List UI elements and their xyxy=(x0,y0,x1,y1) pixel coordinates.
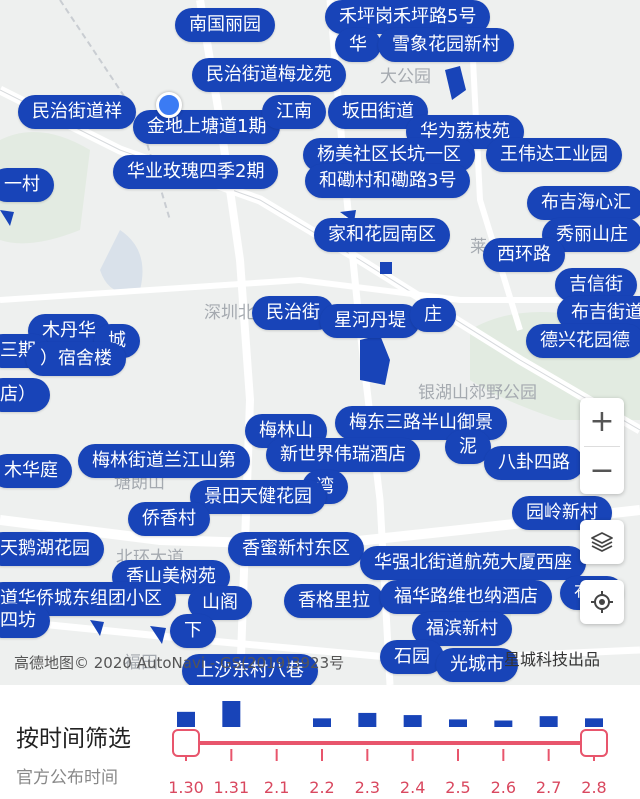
community-tag[interactable]: 华 xyxy=(335,28,381,62)
date-label: 2.2 xyxy=(309,778,335,797)
community-tag[interactable]: 王伟达工业园 xyxy=(486,138,622,172)
date-label: 1.30 xyxy=(168,778,204,797)
current-location-marker xyxy=(156,92,182,118)
community-tag[interactable]: 下 xyxy=(170,614,216,648)
layers-button[interactable] xyxy=(580,520,624,564)
community-tag[interactable]: 雪象花园新村 xyxy=(378,28,514,62)
date-label: 2.8 xyxy=(581,778,607,797)
place-label: 银湖山郊野公园 xyxy=(418,383,537,403)
community-tag[interactable]: 侨香村 xyxy=(128,502,210,536)
community-tag[interactable]: 家和花园南区 xyxy=(314,218,450,252)
histogram-bar xyxy=(177,711,195,727)
zoom-out-button[interactable]: − xyxy=(580,446,624,494)
zoom-in-button[interactable]: + xyxy=(580,398,624,446)
community-tag[interactable]: 华业玫瑰四季2期 xyxy=(113,155,279,189)
date-label: 2.6 xyxy=(490,778,517,797)
community-tag[interactable]: 民治街道祥 xyxy=(18,95,136,129)
histogram-bar xyxy=(585,718,603,727)
community-tag[interactable]: 梅林街道兰江山第 xyxy=(78,444,250,478)
community-tag[interactable]: 德兴花园德 xyxy=(526,324,640,358)
community-tag[interactable]: 新世界伟瑞酒店 xyxy=(266,438,420,472)
locate-icon xyxy=(591,591,613,613)
community-tag[interactable]: 布吉海心汇 xyxy=(527,186,640,220)
histogram-bar xyxy=(494,720,513,727)
community-tag[interactable]: 天鹅湖花园 xyxy=(0,532,104,566)
date-label: 2.7 xyxy=(535,778,562,797)
range-start-handle[interactable] xyxy=(172,729,200,757)
community-tag[interactable]: 八卦四路 xyxy=(484,446,584,480)
histogram-bar xyxy=(539,716,558,727)
histogram-bar xyxy=(449,719,467,727)
place-label: 大公园 xyxy=(380,67,431,87)
community-tag[interactable]: 金地上塘道1期 xyxy=(133,110,281,144)
community-tag[interactable]: 庄 xyxy=(410,298,456,332)
community-tag[interactable]: 华强北街道航苑大厦西座 xyxy=(360,546,586,580)
community-tag[interactable]: 民治街道梅龙苑 xyxy=(192,58,346,92)
community-tag[interactable]: 星河丹堤 xyxy=(320,304,420,338)
community-tag[interactable]: 一村 xyxy=(0,168,54,202)
community-tag[interactable]: 西环路 xyxy=(483,238,565,272)
community-tag[interactable]: 香蜜新村东区 xyxy=(228,532,364,566)
community-tag[interactable]: 江南 xyxy=(262,95,326,129)
histogram-bar xyxy=(313,718,331,727)
date-label: 2.4 xyxy=(399,778,426,797)
date-label: 2.5 xyxy=(445,778,471,797)
community-tag[interactable]: 南国丽园 xyxy=(175,8,275,42)
layers-icon xyxy=(591,532,613,552)
date-label: 1.31 xyxy=(213,778,250,797)
community-tag[interactable]: 石园 xyxy=(380,640,444,674)
date-label: 2.3 xyxy=(354,778,381,797)
map-copyright: 高德地图© 2020 AutoNavi - GS(2019)3923号 xyxy=(14,654,345,672)
zoom-control: + − xyxy=(580,398,624,494)
map-view[interactable]: 大公园 银湖山郊野公园 深圳北 北环大道 塘朗山 福田 莱 南国丽园 禾坪岗禾坪… xyxy=(0,0,640,685)
date-label: 2.1 xyxy=(263,778,290,797)
histogram-bar xyxy=(403,715,422,727)
maker-credit: 星城科技出品 xyxy=(504,650,601,669)
community-tag[interactable]: 木华庭 xyxy=(0,454,72,488)
histogram-bar xyxy=(358,712,377,727)
community-tag[interactable]: 和磡村和磡路3号 xyxy=(305,164,471,198)
locate-button[interactable] xyxy=(580,580,624,624)
community-tag[interactable]: 四坊 xyxy=(0,604,50,638)
place-label: 深圳北 xyxy=(204,303,255,323)
community-tag[interactable]: 香格里拉 xyxy=(284,584,384,618)
community-tag[interactable]: 景田天健花园 xyxy=(190,480,326,514)
community-tag[interactable]: 福华路维也纳酒店 xyxy=(380,580,552,614)
histogram-bar xyxy=(222,701,241,727)
time-filter-panel: 按时间筛选 官方公布时间 1.30 1.31 2.1 2.2 2.3 2.4 2.5 2.6 2… xyxy=(0,685,640,799)
range-end-handle[interactable] xyxy=(580,729,608,757)
community-tag[interactable]: ）宿舍楼 xyxy=(26,342,126,376)
community-tag[interactable]: 店） xyxy=(0,378,50,412)
